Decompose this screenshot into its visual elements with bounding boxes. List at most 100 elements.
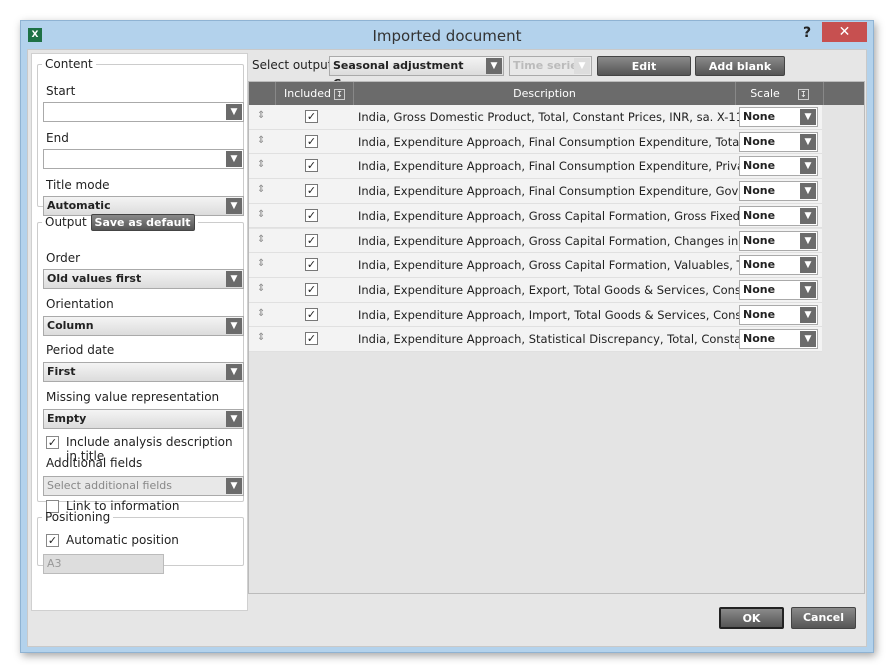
chevron-down-icon[interactable]: ▼ <box>486 58 502 74</box>
table-row[interactable]: ⇕ ✓ India, Expenditure Approach, Gross C… <box>249 253 822 278</box>
included-checkbox[interactable]: ✓ <box>305 110 318 123</box>
help-button[interactable]: ? <box>803 25 811 41</box>
scale-value: None <box>743 184 776 198</box>
scale-combo[interactable]: None ▼ <box>739 279 818 300</box>
close-button[interactable]: ✕ <box>822 22 867 42</box>
sort-icon[interactable]: ↧ <box>797 88 809 100</box>
row-description: India, Expenditure Approach, Gross Capit… <box>358 233 765 248</box>
chevron-down-icon[interactable]: ▼ <box>226 411 242 427</box>
chevron-down-icon[interactable]: ▼ <box>800 158 816 175</box>
included-checkbox[interactable]: ✓ <box>305 134 318 148</box>
table-row[interactable]: ⇕ ✓ India, Expenditure Approach, Gross C… <box>249 228 822 254</box>
missing-label: Missing value representation <box>46 390 220 404</box>
included-checkbox[interactable]: ✓ <box>305 258 318 272</box>
edit-document-button[interactable]: Edit document... <box>597 56 691 92</box>
chevron-down-icon[interactable]: ▼ <box>800 232 816 249</box>
output-legend-text: Output <box>45 215 87 229</box>
drag-handle-icon[interactable]: ⇕ <box>257 258 265 269</box>
table-row[interactable]: ⇕ ✓ India, Expenditure Approach, Statist… <box>249 327 822 352</box>
missing-combo[interactable]: Empty ▼ <box>43 409 244 429</box>
header-scale[interactable]: Scale ↧ <box>736 82 824 105</box>
included-checkbox[interactable]: ✓ <box>305 282 318 296</box>
table-row[interactable]: ⇕ ✓ India, Expenditure Approach, Final C… <box>249 154 822 180</box>
chevron-down-icon[interactable]: ▼ <box>800 133 816 150</box>
dialog-body: Content Start ▼ End ▼ Title mode Automat… <box>27 49 867 647</box>
orientation-combo[interactable]: Column ▼ <box>43 316 244 336</box>
drag-handle-icon[interactable]: ⇕ <box>257 283 265 294</box>
chevron-down-icon[interactable]: ▼ <box>800 257 816 274</box>
scale-combo[interactable]: None ▼ <box>739 107 818 127</box>
drag-handle-icon[interactable]: ⇕ <box>257 135 265 146</box>
select-output-combo[interactable]: Seasonal adjustment Cens...▼ <box>329 56 504 90</box>
content-legend: Content <box>45 57 93 71</box>
save-as-default-button[interactable]: Save as default <box>90 214 195 231</box>
add-blank-item-button[interactable]: Add blank item <box>695 56 785 92</box>
table-row[interactable]: ⇕ ✓ India, Expenditure Approach, Gross C… <box>249 203 822 229</box>
scale-value: None <box>743 110 776 123</box>
table-row[interactable]: ⇕ ✓ India, Expenditure Approach, Export,… <box>249 277 822 303</box>
scale-value: None <box>743 307 776 321</box>
chevron-down-icon[interactable]: ▼ <box>574 58 590 74</box>
auto-position-checkbox[interactable]: ✓ <box>46 534 59 547</box>
additional-combo[interactable]: Select additional fields ▼ <box>43 476 244 496</box>
cell-position-input[interactable]: A3 <box>43 554 164 574</box>
ok-button[interactable]: OK <box>719 607 784 629</box>
table-row[interactable]: ⇕ ✓ India, Expenditure Approach, Import,… <box>249 302 822 328</box>
chevron-down-icon[interactable]: ▼ <box>226 198 242 214</box>
chevron-down-icon[interactable]: ▼ <box>226 364 242 380</box>
sort-icon[interactable]: ↧ <box>334 88 346 100</box>
chevron-down-icon[interactable]: ▼ <box>800 207 816 224</box>
chevron-down-icon[interactable]: ▼ <box>800 109 816 125</box>
end-combo[interactable]: ▼ <box>43 149 244 169</box>
included-checkbox[interactable]: ✓ <box>305 184 318 198</box>
header-description[interactable]: Description <box>354 82 736 105</box>
cancel-button[interactable]: Cancel <box>791 607 856 629</box>
included-checkbox[interactable]: ✓ <box>305 233 318 247</box>
table-row[interactable]: ⇕ ✓ India, Expenditure Approach, Final C… <box>249 129 822 155</box>
drag-handle-icon[interactable]: ⇕ <box>257 332 265 343</box>
chevron-down-icon[interactable]: ▼ <box>226 478 242 494</box>
header-included[interactable]: Included ↧ <box>276 82 354 105</box>
drag-handle-icon[interactable]: ⇕ <box>257 308 265 319</box>
chevron-down-icon[interactable]: ▼ <box>226 104 242 120</box>
included-checkbox[interactable]: ✓ <box>305 159 318 173</box>
scale-combo[interactable]: None ▼ <box>739 304 818 325</box>
chevron-down-icon[interactable]: ▼ <box>800 281 816 298</box>
table-row[interactable]: ⇕ ✓ India, Gross Domestic Product, Total… <box>249 105 822 130</box>
scale-combo[interactable]: None ▼ <box>739 181 818 202</box>
row-description: India, Expenditure Approach, Gross Capit… <box>358 258 760 273</box>
chevron-down-icon[interactable]: ▼ <box>226 318 242 334</box>
drag-handle-icon[interactable]: ⇕ <box>257 184 265 195</box>
header-handle <box>249 82 276 105</box>
period-combo[interactable]: First ▼ <box>43 362 244 382</box>
include-desc-checkbox[interactable]: ✓ <box>46 436 59 449</box>
scale-combo[interactable]: None ▼ <box>739 255 818 276</box>
drag-handle-icon[interactable]: ⇕ <box>257 209 265 220</box>
time-series-combo[interactable]: Time series ▼ <box>509 56 592 76</box>
scale-combo[interactable]: None ▼ <box>739 329 818 350</box>
chevron-down-icon[interactable]: ▼ <box>800 306 816 323</box>
select-output-label: Select output <box>252 58 333 72</box>
included-checkbox[interactable]: ✓ <box>305 208 318 222</box>
drag-handle-icon[interactable]: ⇕ <box>257 159 265 170</box>
chevron-down-icon[interactable]: ▼ <box>226 151 242 167</box>
start-combo[interactable]: ▼ <box>43 102 244 122</box>
row-description: India, Gross Domestic Product, Total, Co… <box>358 110 754 124</box>
positioning-group: Positioning ✓ Automatic position A3 <box>37 510 244 574</box>
table-row[interactable]: ⇕ ✓ India, Expenditure Approach, Final C… <box>249 179 822 204</box>
drag-handle-icon[interactable]: ⇕ <box>257 234 265 245</box>
scale-combo[interactable]: None ▼ <box>739 131 818 152</box>
scale-combo[interactable]: None ▼ <box>739 230 818 251</box>
order-combo[interactable]: Old values first ▼ <box>43 269 244 289</box>
included-checkbox[interactable]: ✓ <box>305 332 318 346</box>
chevron-down-icon[interactable]: ▼ <box>800 331 816 348</box>
chevron-down-icon[interactable]: ▼ <box>226 271 242 287</box>
chevron-down-icon[interactable]: ▼ <box>800 183 816 200</box>
scale-combo[interactable]: None ▼ <box>739 205 818 226</box>
title-mode-combo[interactable]: Automatic ▼ <box>43 196 244 216</box>
orientation-label: Orientation <box>46 297 114 311</box>
drag-handle-icon[interactable]: ⇕ <box>257 110 265 121</box>
scale-combo[interactable]: None ▼ <box>739 156 818 177</box>
row-description: India, Expenditure Approach, Statistical… <box>358 332 765 347</box>
included-checkbox[interactable]: ✓ <box>305 307 318 321</box>
